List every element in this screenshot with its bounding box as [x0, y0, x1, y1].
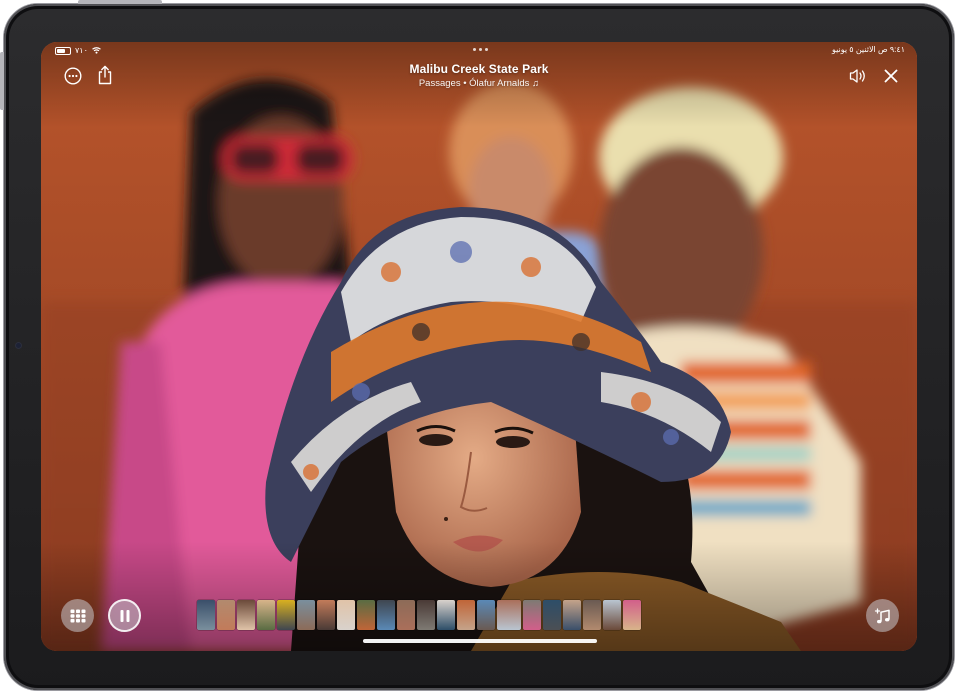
battery-icon [55, 46, 71, 55]
filmstrip-thumbnail[interactable] [337, 600, 355, 630]
filmstrip-thumbnail[interactable] [357, 600, 375, 630]
filmstrip-thumbnail[interactable] [523, 600, 541, 630]
home-indicator[interactable] [363, 639, 597, 643]
close-icon[interactable] [881, 66, 901, 86]
music-note-plus-icon [874, 607, 890, 623]
status-bar-left: ٧١٠ [55, 46, 101, 55]
filmstrip-thumbnail[interactable] [457, 600, 475, 630]
filmstrip-thumbnail[interactable] [237, 600, 255, 630]
filmstrip-thumbnail[interactable] [257, 600, 275, 630]
multitasking-grabber[interactable] [473, 48, 488, 51]
filmstrip-thumbnail[interactable] [417, 600, 435, 630]
filmstrip-thumbnail[interactable] [197, 600, 215, 630]
wifi-icon [92, 47, 101, 54]
top-button [78, 0, 162, 4]
memory-player-screen: ٧١٠ ٩:٤١ ص الاثنين ٥ يونيو Malibu Creek … [41, 42, 917, 651]
status-bar-clock: ٩:٤١ ص الاثنين ٥ يونيو [831, 45, 905, 54]
filmstrip-thumbnail[interactable] [317, 600, 335, 630]
filmstrip-thumbnail[interactable] [497, 600, 521, 630]
filmstrip-thumbnail[interactable] [543, 600, 561, 630]
share-icon[interactable] [95, 64, 115, 86]
filmstrip-thumbnail[interactable] [623, 600, 641, 630]
battery-text: ٧١٠ [75, 46, 88, 55]
filmstrip-thumbnail[interactable] [603, 600, 621, 630]
music-button[interactable] [866, 599, 899, 632]
top-bottom-gradient [41, 42, 917, 651]
filmstrip-thumbnail[interactable] [217, 600, 235, 630]
memory-filmstrip[interactable] [197, 600, 641, 630]
pause-icon [120, 609, 129, 622]
memory-title-block: Malibu Creek State Park Passages • Ólafu… [41, 62, 917, 89]
filmstrip-thumbnail[interactable] [437, 600, 455, 630]
filmstrip-thumbnail[interactable] [397, 600, 415, 630]
memory-song-subtitle[interactable]: Passages • Ólafur Arnalds ♫ [41, 78, 917, 89]
volume-button [0, 52, 4, 110]
filmstrip-thumbnail[interactable] [563, 600, 581, 630]
memory-title: Malibu Creek State Park [409, 62, 549, 76]
pause-button[interactable] [108, 599, 141, 632]
filmstrip-thumbnail[interactable] [297, 600, 315, 630]
filmstrip-thumbnail[interactable] [583, 600, 601, 630]
filmstrip-thumbnail[interactable] [477, 600, 495, 630]
speaker-mute-icon[interactable] [847, 66, 869, 86]
grid-button[interactable] [61, 599, 94, 632]
grid-icon [70, 609, 85, 622]
filmstrip-thumbnail[interactable] [277, 600, 295, 630]
more-ellipsis-icon[interactable] [63, 66, 83, 86]
front-camera [16, 343, 21, 348]
filmstrip-thumbnail[interactable] [377, 600, 395, 630]
